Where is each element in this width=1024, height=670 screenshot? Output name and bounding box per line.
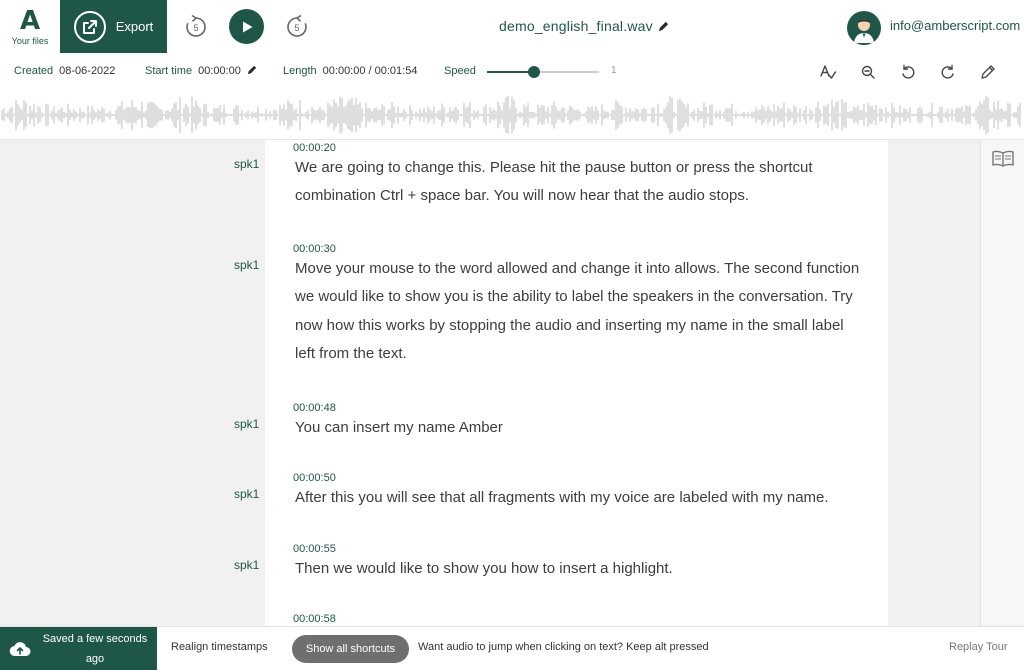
book-icon bbox=[992, 150, 1014, 167]
export-label: Export bbox=[115, 19, 154, 34]
segment-text[interactable]: After this you will see that all fragmen… bbox=[295, 484, 865, 512]
save-status: Saved a few seconds ago bbox=[0, 627, 157, 670]
your-files-button[interactable]: A Your files bbox=[0, 0, 60, 53]
created-label: Created bbox=[14, 65, 54, 77]
filename-text: demo_english_final.wav bbox=[499, 18, 653, 34]
show-shortcuts-button[interactable]: Show all shortcuts bbox=[292, 635, 409, 663]
created-info: Created 08-06-2022 bbox=[14, 65, 115, 77]
spellcheck-icon bbox=[820, 65, 837, 79]
rewind-seconds: 5 bbox=[193, 23, 198, 33]
segment-text[interactable]: Move your mouse to the word allowed and … bbox=[295, 255, 865, 368]
play-button[interactable] bbox=[229, 9, 264, 44]
undo-icon bbox=[902, 64, 915, 79]
length-label: Length bbox=[283, 65, 317, 77]
transcript-editor[interactable]: 00:00:20 We are going to change this. Ple… bbox=[265, 140, 888, 626]
segment-timestamp[interactable]: 00:00:58 bbox=[293, 613, 336, 625]
audio-waveform[interactable] bbox=[0, 90, 1024, 140]
forward-seconds: 5 bbox=[294, 23, 299, 33]
replay-tour-button[interactable]: Replay Tour bbox=[949, 641, 1008, 653]
length-value: 00:00:00 / 00:01:54 bbox=[322, 65, 418, 77]
forward-button[interactable]: 5 bbox=[280, 10, 314, 44]
speaker-name[interactable]: spk1 bbox=[234, 487, 259, 501]
right-side-panel bbox=[980, 140, 1024, 626]
start-time-value: 00:00:00 bbox=[198, 65, 241, 77]
edit-pencil-icon[interactable] bbox=[658, 21, 669, 32]
play-icon bbox=[242, 21, 252, 32]
search-replace-button[interactable] bbox=[857, 61, 879, 83]
pencil-icon bbox=[981, 65, 995, 79]
your-files-label: Your files bbox=[11, 35, 49, 46]
filename[interactable]: demo_english_final.wav bbox=[499, 18, 669, 34]
speed-slider[interactable] bbox=[487, 66, 599, 78]
segment-text[interactable]: We are going to change this. Please hit … bbox=[295, 154, 865, 211]
segment-timestamp[interactable]: 00:00:30 bbox=[293, 243, 336, 255]
speaker-name[interactable]: spk1 bbox=[234, 417, 259, 431]
start-time-label: Start time bbox=[145, 65, 193, 77]
cloud-upload-icon bbox=[0, 641, 40, 657]
bottom-bar: Saved a few seconds ago Realign timestam… bbox=[0, 626, 1024, 670]
undo-button[interactable] bbox=[897, 61, 919, 83]
alt-click-hint: Want audio to jump when clicking on text… bbox=[418, 641, 709, 653]
export-button[interactable]: Export bbox=[60, 0, 167, 53]
file-info-bar: Created 08-06-2022 Start time 00:00:00 Len… bbox=[0, 53, 1024, 90]
speaker-name[interactable]: spk1 bbox=[234, 157, 259, 171]
top-bar: A Your files Export 5 5 demo_english_fin… bbox=[0, 0, 1024, 53]
segment-text[interactable]: You can insert my name Amber bbox=[295, 414, 865, 442]
segment-timestamp[interactable]: 00:00:50 bbox=[293, 472, 336, 484]
search-replace-icon bbox=[861, 65, 875, 79]
realign-timestamps-button[interactable]: Realign timestamps bbox=[171, 641, 268, 653]
redo-icon bbox=[941, 64, 954, 79]
created-value: 08-06-2022 bbox=[59, 65, 116, 77]
speed-value: 1 bbox=[611, 65, 617, 76]
user-email[interactable]: info@amberscript.com bbox=[890, 18, 1020, 33]
speed-info: Speed bbox=[444, 65, 482, 77]
speed-slider-fill bbox=[487, 71, 535, 73]
export-icon bbox=[73, 10, 106, 43]
speed-slider-handle[interactable] bbox=[528, 66, 541, 78]
logo: A bbox=[19, 5, 41, 36]
avatar[interactable] bbox=[847, 11, 881, 45]
speed-label: Speed bbox=[444, 65, 476, 77]
glossary-button[interactable] bbox=[991, 148, 1015, 168]
edit-start-time-icon[interactable] bbox=[247, 65, 257, 75]
segment-timestamp[interactable]: 00:00:48 bbox=[293, 402, 336, 414]
redo-button[interactable] bbox=[937, 61, 959, 83]
waveform-graphic bbox=[1, 95, 1021, 135]
spellcheck-button[interactable] bbox=[817, 61, 839, 83]
rewind-button[interactable]: 5 bbox=[179, 10, 213, 44]
segment-text[interactable]: Then we would like to show you how to in… bbox=[295, 555, 865, 583]
forward-icon: 5 bbox=[287, 14, 307, 37]
start-time-info[interactable]: Start time 00:00:00 bbox=[145, 65, 257, 77]
edit-button[interactable] bbox=[977, 61, 999, 83]
speaker-name[interactable]: spk1 bbox=[234, 258, 259, 272]
rewind-icon: 5 bbox=[186, 14, 206, 37]
save-status-text: Saved a few seconds ago bbox=[42, 633, 148, 665]
length-info: Length 00:00:00 / 00:01:54 bbox=[283, 65, 417, 77]
speaker-name[interactable]: spk1 bbox=[234, 558, 259, 572]
segment-timestamp[interactable]: 00:00:20 bbox=[293, 142, 336, 154]
segment-timestamp[interactable]: 00:00:55 bbox=[293, 543, 336, 555]
